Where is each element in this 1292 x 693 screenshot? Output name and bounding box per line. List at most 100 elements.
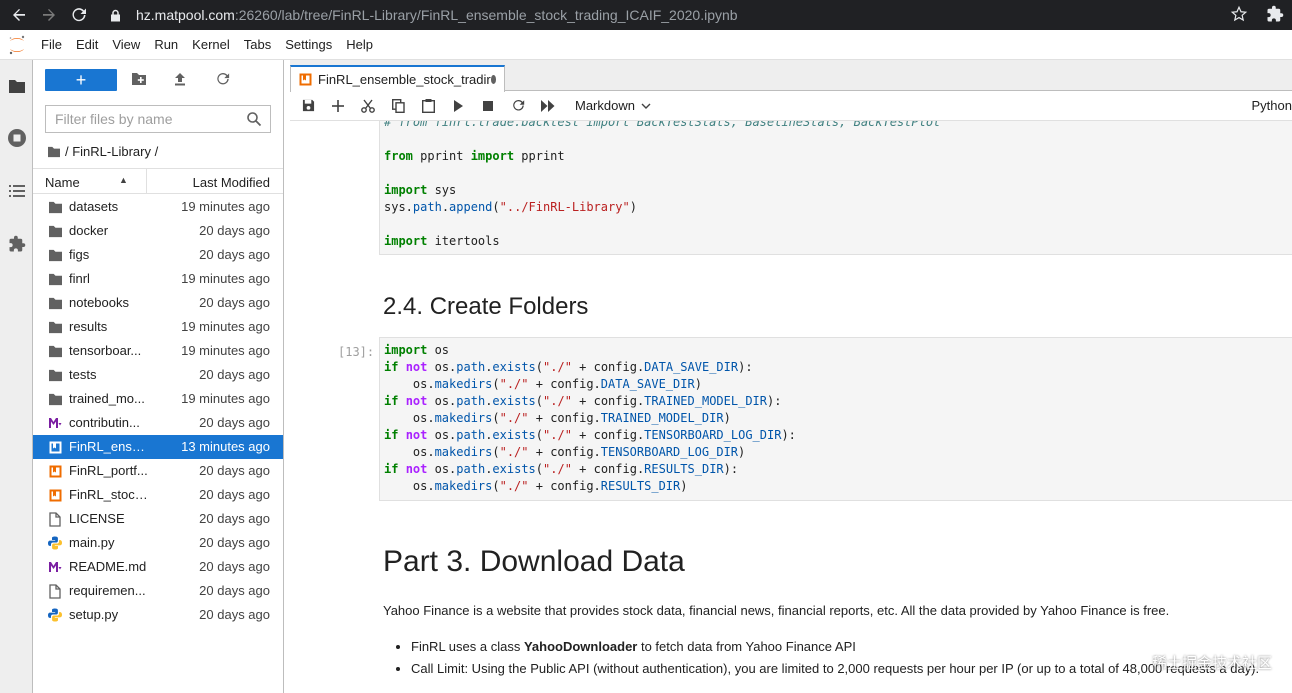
code-line: os.makedirs("./" + config.TRAINED_MODEL_… — [384, 411, 731, 425]
file-list: datasets 19 minutes ago docker 20 days ago f… — [33, 195, 283, 627]
file-modified: 19 minutes ago — [181, 343, 270, 358]
file-row[interactable]: LICENSE 20 days ago — [33, 507, 283, 531]
watermark: 稀土掘金技术社区 — [1151, 655, 1272, 672]
file-browser-panel: + Filter files by name / FinRL-Library /… — [33, 60, 284, 693]
file-row[interactable]: setup.py 20 days ago — [33, 603, 283, 627]
file-row[interactable]: requiremen... 20 days ago — [33, 579, 283, 603]
file-name: main.py — [69, 535, 115, 550]
menu-help[interactable]: Help — [339, 30, 380, 60]
kernel-name[interactable]: Python — [1252, 98, 1292, 113]
restart-run-all-icon[interactable] — [533, 92, 563, 120]
menu-settings[interactable]: Settings — [278, 30, 339, 60]
code-line: os.makedirs("./" + config.RESULTS_DIR) — [384, 479, 688, 493]
menu-edit[interactable]: Edit — [69, 30, 105, 60]
markdown-icon — [47, 415, 63, 431]
back-icon[interactable] — [8, 4, 30, 26]
code-line: import itertools — [384, 234, 500, 248]
file-modified: 20 days ago — [199, 559, 270, 574]
code-line: if not os.path.exists("./" + config.DATA… — [384, 360, 753, 374]
file-row[interactable]: tensorboar... 19 minutes ago — [33, 339, 283, 363]
breadcrumb-path[interactable]: / FinRL-Library / — [65, 144, 158, 159]
filter-files-input[interactable]: Filter files by name — [45, 105, 271, 133]
file-modified: 19 minutes ago — [181, 199, 270, 214]
cell-type-dropdown[interactable]: Markdown — [575, 98, 651, 113]
bookmark-star-icon[interactable] — [1230, 5, 1248, 26]
file-name: docker — [69, 223, 109, 238]
file-browser-toolbar: + — [33, 60, 283, 100]
folder-icon — [47, 367, 63, 383]
run-cell-icon[interactable] — [443, 92, 473, 120]
save-icon[interactable] — [293, 92, 323, 120]
file-name: requiremen... — [69, 583, 146, 598]
paste-icon[interactable] — [413, 92, 443, 120]
extension-manager-icon[interactable] — [0, 227, 33, 261]
interrupt-kernel-icon[interactable] — [473, 92, 503, 120]
code-cell-folders[interactable]: import os if not os.path.exists("./" + co… — [379, 337, 1292, 501]
file-modified: 20 days ago — [199, 463, 270, 478]
file-row[interactable]: contributin... 20 days ago — [33, 411, 283, 435]
markdown-icon — [47, 559, 63, 575]
tab-notebook[interactable]: FinRL_ensemble_stock_tradir — [290, 65, 505, 92]
address-bar[interactable]: hz.matpool.com:26260/lab/tree/FinRL-Libr… — [110, 2, 1260, 28]
file-row[interactable]: FinRL_stock... 20 days ago — [33, 483, 283, 507]
heading-create-folders: 2.4. Create Folders — [383, 293, 589, 320]
file-row[interactable]: tests 20 days ago — [33, 363, 283, 387]
column-divider[interactable] — [146, 169, 147, 193]
file-icon — [47, 583, 63, 599]
code-line: # from finrl.trade.backtest import BackT… — [384, 121, 941, 129]
file-row[interactable]: FinRL_ense... 13 minutes ago — [33, 435, 283, 459]
new-launcher-button[interactable]: + — [45, 69, 117, 91]
menu-file[interactable]: File — [34, 30, 69, 60]
copy-icon[interactable] — [383, 92, 413, 120]
file-row[interactable]: trained_mo... 19 minutes ago — [33, 387, 283, 411]
sort-ascending-icon[interactable]: ▲ — [119, 175, 128, 185]
file-name: FinRL_portf... — [69, 463, 148, 478]
unsaved-dot-icon[interactable] — [490, 75, 496, 84]
column-name-header[interactable]: Name — [45, 175, 80, 190]
search-icon — [246, 111, 262, 130]
notebook-content: # from finrl.trade.backtest import BackT… — [290, 121, 1292, 693]
file-row[interactable]: main.py 20 days ago — [33, 531, 283, 555]
menu-run[interactable]: Run — [147, 30, 185, 60]
code-line: from pprint import pprint — [384, 149, 565, 163]
notebook-icon — [299, 73, 312, 86]
file-name: README.md — [69, 559, 147, 574]
file-row[interactable]: README.md 20 days ago — [33, 555, 283, 579]
extensions-icon[interactable] — [1266, 5, 1284, 26]
folder-icon[interactable] — [47, 146, 61, 158]
file-modified: 20 days ago — [199, 223, 270, 238]
code-cell-imports[interactable]: # from finrl.trade.backtest import BackT… — [379, 121, 1292, 255]
folder-icon — [47, 247, 63, 263]
file-row[interactable]: notebooks 20 days ago — [33, 291, 283, 315]
refresh-icon[interactable] — [216, 72, 230, 89]
file-modified: 19 minutes ago — [181, 391, 270, 406]
file-row[interactable]: FinRL_portf... 20 days ago — [33, 459, 283, 483]
file-row[interactable]: datasets 19 minutes ago — [33, 195, 283, 219]
file-modified: 13 minutes ago — [181, 439, 270, 454]
python-icon — [47, 535, 63, 551]
column-modified-header[interactable]: Last Modified — [193, 175, 270, 190]
file-name: results — [69, 319, 108, 334]
url-host: hz.matpool.com — [136, 7, 235, 23]
folder-icon — [47, 199, 63, 215]
heading-download-data: Part 3. Download Data — [383, 545, 685, 578]
file-row[interactable]: docker 20 days ago — [33, 219, 283, 243]
forward-icon[interactable] — [38, 4, 60, 26]
file-name: FinRL_ense... — [69, 439, 149, 454]
upload-icon[interactable] — [173, 72, 187, 89]
menu-view[interactable]: View — [105, 30, 147, 60]
file-row[interactable]: figs 20 days ago — [33, 243, 283, 267]
file-browser-tab-icon[interactable] — [0, 69, 33, 103]
menu-kernel[interactable]: Kernel — [185, 30, 237, 60]
add-cell-icon[interactable] — [323, 92, 353, 120]
cut-icon[interactable] — [353, 92, 383, 120]
file-row[interactable]: finrl 19 minutes ago — [33, 267, 283, 291]
file-row[interactable]: results 19 minutes ago — [33, 315, 283, 339]
running-sessions-icon[interactable] — [0, 121, 33, 155]
reload-icon[interactable] — [68, 4, 90, 26]
new-folder-icon[interactable] — [131, 72, 147, 89]
menu-tabs[interactable]: Tabs — [237, 30, 278, 60]
table-of-contents-icon[interactable] — [0, 174, 33, 208]
folder-icon — [47, 319, 63, 335]
restart-kernel-icon[interactable] — [503, 92, 533, 120]
